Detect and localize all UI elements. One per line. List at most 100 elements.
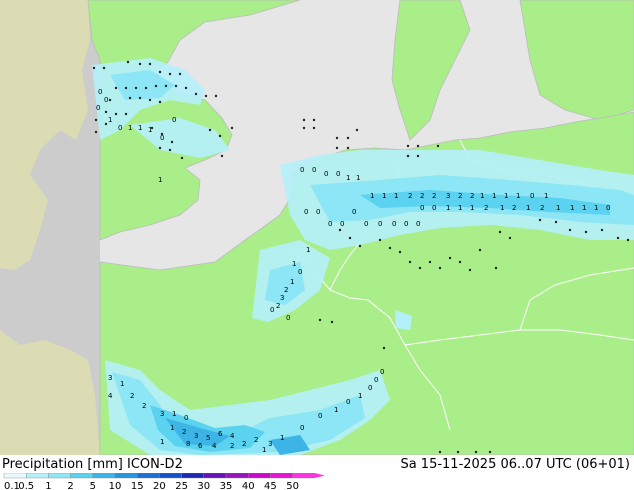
precip-value: 3: [160, 410, 164, 418]
precip-value: 0: [420, 204, 424, 212]
bottom-info-bar: Precipitation [mm] ICON-D2 Sa 15-11-2025…: [0, 455, 634, 490]
legend-swatch: [203, 473, 227, 479]
precip-value: 1: [446, 204, 450, 212]
precip-value: 0: [96, 104, 100, 112]
precip-value: 4: [230, 432, 235, 440]
precip-value: 1: [544, 192, 548, 200]
legend-swatch: [270, 473, 293, 479]
precip-value: 1: [292, 260, 296, 268]
precip-value: 2: [242, 440, 246, 448]
legend-tick-label: 40: [242, 481, 255, 490]
valid-time: Sa 15-11-2025 06..07 UTC (06+01): [400, 457, 630, 472]
precip-value: 1: [306, 246, 310, 254]
precip-value: 0: [432, 204, 436, 212]
precip-value: 0: [378, 220, 382, 228]
precip-value: 2: [142, 402, 146, 410]
color-scale-legend: 0.10.5 1 2 5 10 15 20 25 30 35 40 45 50: [3, 473, 325, 490]
legend-tick-label: 20: [153, 481, 166, 490]
precip-value: 5: [206, 434, 210, 442]
precip-value: 1: [504, 192, 508, 200]
precip-value: 1: [570, 204, 574, 212]
precip-value: 4: [108, 392, 113, 400]
legend-tick-label: 2: [67, 481, 73, 490]
legend-swatch: [26, 473, 49, 479]
precip-value: 1: [148, 126, 152, 134]
precip-value: 0: [324, 170, 328, 178]
precip-value: 1: [594, 204, 598, 212]
precip-value: 0: [304, 208, 308, 216]
legend-tick-label: 45: [264, 481, 277, 490]
precip-value: 2: [420, 192, 424, 200]
precip-value: 1: [120, 380, 124, 388]
precip-value: 1: [128, 124, 132, 132]
precip-value: 2: [182, 428, 186, 436]
legend-tick-label: 5: [90, 481, 96, 490]
legend-tick-label: 1: [45, 481, 51, 490]
title-text: Precipitation [mm]: [2, 457, 123, 472]
precip-value: 2: [284, 286, 288, 294]
precip-value: 2: [470, 192, 474, 200]
legend-tick-label: 35: [220, 481, 233, 490]
precip-value: 0: [300, 424, 304, 432]
precip-value: 1: [172, 410, 176, 418]
precip-value: 0: [374, 376, 378, 384]
precip-value: 0: [530, 192, 534, 200]
precip-value: 0: [172, 116, 176, 124]
precip-value: 0: [312, 166, 316, 174]
precip-value: 3: [194, 432, 198, 440]
precip-value: 1: [160, 438, 164, 446]
precip-value: 0: [300, 166, 304, 174]
precip-value: 1: [334, 406, 338, 414]
precip-value: 1: [500, 204, 504, 212]
legend-swatch: [247, 473, 271, 479]
legend-swatch: [92, 473, 116, 479]
precip-value: 1: [480, 192, 484, 200]
precip-value: 0: [606, 204, 610, 212]
precip-value: 0: [336, 170, 340, 178]
precip-value: 2: [276, 302, 280, 310]
precip-value: 1: [280, 434, 284, 442]
precip-value: 2: [512, 204, 516, 212]
precip-value: 0: [98, 88, 102, 96]
legend-swatch: [292, 473, 316, 479]
precip-value: 3: [108, 374, 112, 382]
legend-tick-label: 30: [197, 481, 210, 490]
precip-value: 0: [318, 412, 322, 420]
legend-swatch: [70, 473, 93, 479]
precip-value: 0: [364, 220, 368, 228]
precip-value: 6: [218, 430, 223, 438]
precip-value: 0: [104, 96, 108, 104]
legend-tick-label: 15: [131, 481, 144, 490]
legend-swatch: [181, 473, 205, 479]
map-title: Precipitation [mm] ICON-D2: [2, 457, 183, 472]
precip-value: 2: [432, 192, 436, 200]
legend-swatch: [3, 473, 27, 479]
precip-value: 0: [118, 124, 122, 132]
precip-value: 0: [328, 220, 332, 228]
legend-tick-label: 25: [175, 481, 188, 490]
precip-value: 1: [346, 174, 350, 182]
precip-value: 2: [458, 192, 462, 200]
precip-value: 1: [516, 192, 520, 200]
precipitation-map: 00010 1 1 10010 0 0 0 1 11 1 1 2 2 2 3 2 2 1 1 1 1 0 10 0 1 1 1 2 1 2…: [0, 0, 634, 455]
legend-tick-label: 0.5: [18, 481, 34, 490]
precip-value: 2: [540, 204, 544, 212]
precip-value: 0: [352, 208, 356, 216]
precip-value: 2: [230, 442, 234, 450]
precip-value: 1: [138, 124, 142, 132]
precip-value: 0: [416, 220, 420, 228]
model-text: ICON-D2: [127, 457, 183, 472]
legend-swatch: [48, 473, 71, 479]
precip-value: 0: [392, 220, 396, 228]
precip-value: 4: [212, 442, 217, 450]
precip-value: 1: [370, 192, 374, 200]
legend-tick-label: 50: [286, 481, 299, 490]
precip-value: 1: [262, 446, 266, 454]
precip-value: 0: [316, 208, 320, 216]
legend-swatch: [114, 473, 138, 479]
precip-value: 1: [158, 176, 162, 184]
precip-value: 0: [184, 414, 188, 422]
legend-swatch: [159, 473, 182, 479]
precip-value: 2: [484, 204, 488, 212]
precip-value: 3: [280, 294, 284, 302]
